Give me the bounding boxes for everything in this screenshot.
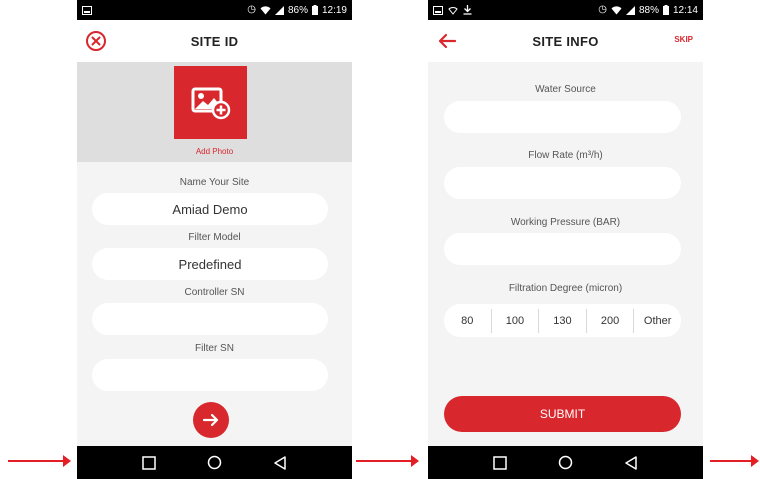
back-icon[interactable] — [624, 455, 638, 470]
page-title: SITE INFO — [532, 33, 599, 49]
flow-rate-label: Flow Rate (m³/h) — [528, 150, 603, 161]
arrow-right-icon — [202, 413, 219, 427]
add-image-icon — [191, 87, 230, 119]
alarm-icon: ◷ — [598, 4, 607, 15]
wifi-icon — [260, 5, 271, 14]
add-photo-button[interactable] — [174, 66, 247, 139]
skip-button[interactable]: SKIP — [674, 35, 693, 44]
site-name-input[interactable]: Amiad Demo — [92, 193, 328, 225]
clock: 12:14 — [672, 4, 698, 16]
image-notification-icon — [82, 5, 92, 15]
site-info-screen: ◷ 88% 12:14 SITE INFO SKIP Water Source … — [428, 0, 703, 479]
status-bar: ◷ 88% 12:14 — [428, 0, 703, 20]
back-arrow-icon[interactable] — [436, 30, 458, 52]
home-icon[interactable] — [207, 455, 222, 470]
system-nav-bar — [428, 446, 703, 479]
flow-arrow-left — [8, 455, 71, 467]
controller-sn-input[interactable] — [92, 303, 328, 335]
filtration-option-130[interactable]: 130 — [538, 308, 586, 333]
recent-apps-icon[interactable] — [493, 455, 508, 470]
battery-icon — [662, 5, 669, 15]
battery-percent: 88% — [638, 4, 659, 16]
filtration-option-80[interactable]: 80 — [444, 309, 491, 333]
filtration-option-100[interactable]: 100 — [490, 308, 539, 333]
next-button[interactable] — [193, 402, 229, 438]
flow-rate-input[interactable] — [444, 167, 681, 199]
filtration-degree-selector: 80 100 130 200 Other — [444, 304, 681, 337]
signal-icon — [274, 5, 284, 15]
water-source-label: Water Source — [535, 84, 596, 95]
signal-icon — [625, 5, 635, 15]
site-name-label: Name Your Site — [179, 177, 250, 188]
recent-apps-icon[interactable] — [142, 455, 157, 470]
working-pressure-label: Working Pressure (BAR) — [510, 217, 621, 228]
page-title: SITE ID — [190, 33, 239, 49]
close-icon[interactable] — [85, 30, 107, 52]
photo-area: Add Photo — [77, 62, 352, 162]
wifi-icon — [611, 5, 622, 14]
wifi-notification-icon — [448, 6, 458, 15]
battery-icon — [311, 5, 318, 15]
back-icon[interactable] — [273, 455, 287, 470]
image-notification-icon — [433, 5, 443, 15]
alarm-icon: ◷ — [247, 4, 256, 15]
add-photo-label[interactable]: Add Photo — [77, 147, 352, 156]
filter-model-label: Filter Model — [188, 232, 241, 243]
filtration-option-200[interactable]: 200 — [585, 308, 634, 333]
filter-model-select[interactable]: Predefined — [92, 248, 328, 280]
submit-button[interactable]: SUBMIT — [444, 396, 681, 432]
filter-sn-input[interactable] — [92, 359, 328, 391]
home-icon[interactable] — [558, 455, 573, 470]
flow-arrow-right — [710, 455, 759, 467]
water-source-input[interactable] — [444, 101, 681, 133]
flow-arrow-middle — [356, 455, 419, 467]
app-bar: SITE ID — [77, 20, 352, 62]
working-pressure-input[interactable] — [444, 233, 681, 265]
clock: 12:19 — [321, 4, 347, 16]
filtration-option-other[interactable]: Other — [633, 308, 681, 333]
site-id-screen: ◷ 86% 12:19 SITE ID Add Photo Name Your … — [77, 0, 352, 479]
controller-sn-label: Controller SN — [184, 287, 245, 298]
system-nav-bar — [77, 446, 352, 479]
app-bar: SITE INFO SKIP — [428, 20, 703, 62]
status-bar: ◷ 86% 12:19 — [77, 0, 352, 20]
filtration-degree-label: Filtration Degree (micron) — [508, 283, 623, 294]
filter-sn-label: Filter SN — [195, 343, 234, 354]
download-icon — [463, 5, 472, 15]
battery-percent: 86% — [287, 4, 308, 16]
